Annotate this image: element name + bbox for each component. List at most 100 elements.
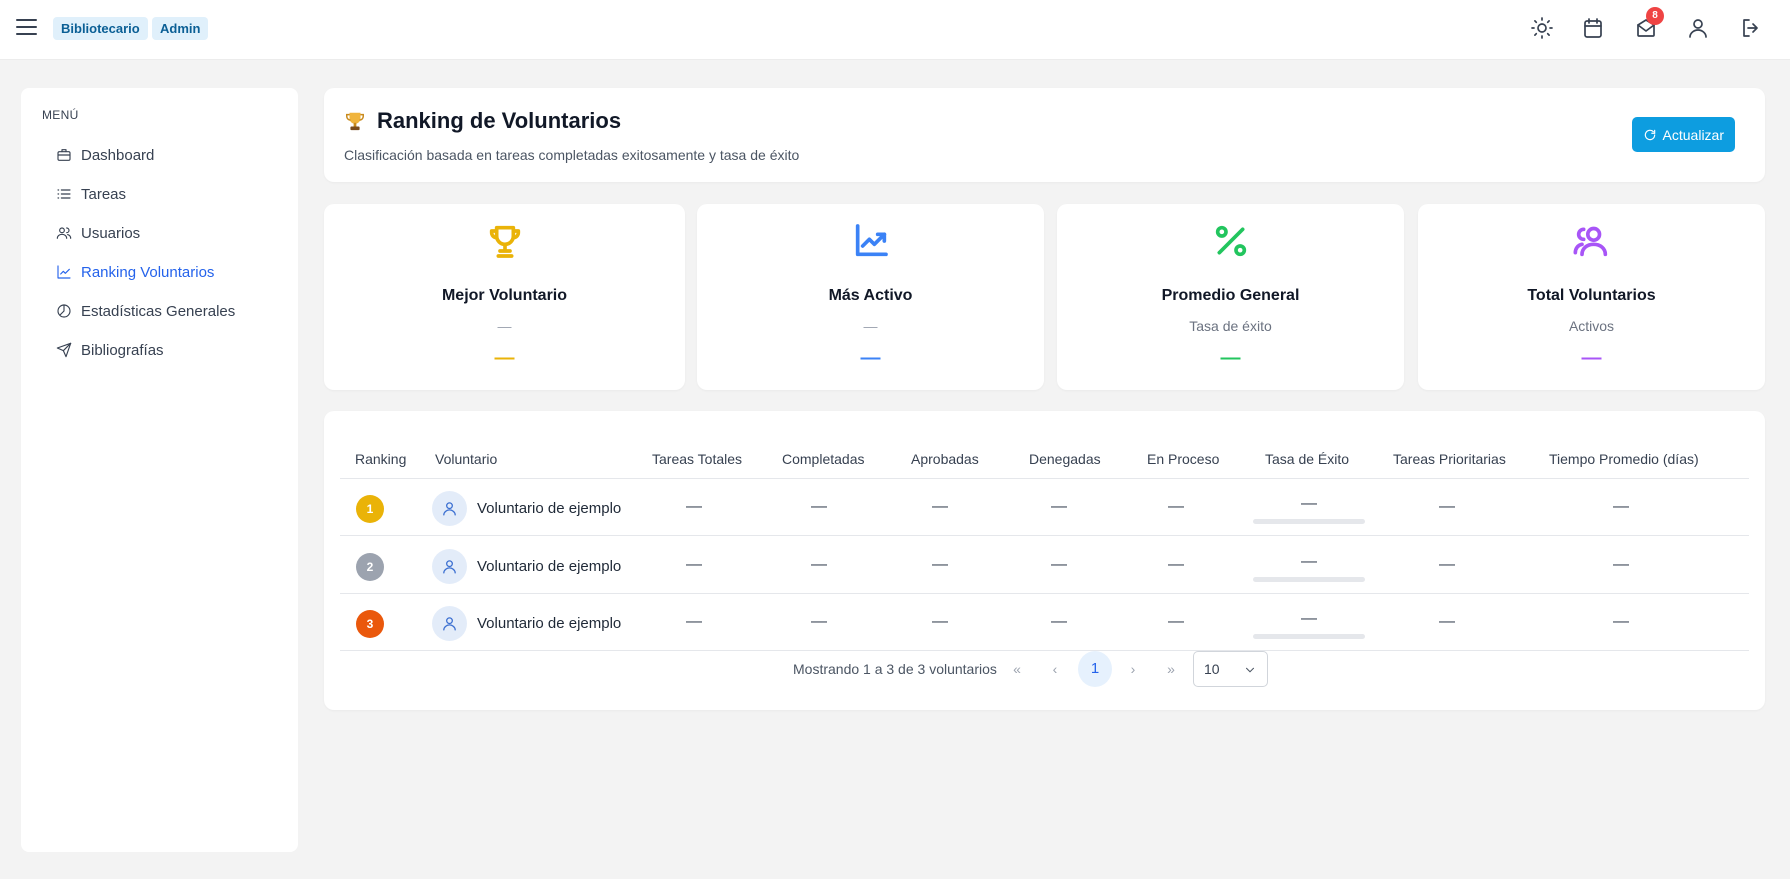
avatar (432, 491, 467, 526)
cell-tareas-prioritarias: — (1439, 613, 1455, 630)
pagination: Mostrando 1 a 3 de 3 voluntarios « ‹ 1 ›… (324, 651, 1765, 687)
user-icon (443, 502, 456, 516)
cell-tareas-prioritarias: — (1439, 556, 1455, 573)
top-bar: Bibliotecario Admin 8 (0, 0, 1790, 60)
ranking-table-card: Ranking Voluntario Tareas Totales Comple… (324, 411, 1765, 710)
table-row[interactable]: 3 Voluntario de ejemplo — — — — — — — — (340, 594, 1749, 651)
pie-chart-icon (57, 304, 71, 318)
column-header-aprobadas[interactable]: Aprobadas (911, 451, 979, 467)
avatar (432, 606, 467, 641)
sidebar-item-usuarios[interactable]: Usuarios (56, 220, 140, 246)
trophy-emoji-icon (346, 112, 364, 131)
sidebar-item-label: Bibliografías (81, 341, 164, 359)
sun-icon[interactable] (1530, 16, 1554, 40)
volunteer-name: Voluntario de ejemplo (477, 615, 622, 632)
column-header-ranking[interactable]: Ranking (355, 451, 406, 467)
users-icon (56, 227, 72, 239)
column-header-tareas-prioritarias[interactable]: Tareas Prioritarias (1393, 451, 1506, 467)
cell-tareas-totales: — (686, 498, 702, 515)
stat-subtitle: — (863, 318, 878, 334)
table-row[interactable]: 1 Voluntario de ejemplo — — — — — — — — (340, 479, 1749, 536)
role-badge-bibliotecario: Bibliotecario (53, 17, 148, 40)
success-rate-value: — (1301, 495, 1317, 512)
calendar-icon[interactable] (1581, 16, 1605, 40)
stat-card-promedio-general: Promedio General Tasa de éxito — (1057, 204, 1404, 390)
sidebar-item-tareas[interactable]: Tareas (56, 181, 126, 207)
stat-value: — (1220, 347, 1241, 369)
refresh-icon (1644, 129, 1655, 140)
cell-tareas-totales: — (686, 556, 702, 573)
cell-aprobadas: — (932, 556, 948, 573)
column-header-denegadas[interactable]: Denegadas (1029, 451, 1101, 467)
cell-tiempo-promedio: — (1613, 556, 1629, 573)
page-header: Ranking de Voluntarios Clasificación bas… (324, 88, 1765, 182)
user-icon (443, 617, 456, 631)
sidebar-item-label: Estadísticas Generales (81, 302, 236, 320)
stat-value: — (1581, 347, 1602, 369)
next-page-icon[interactable]: › (1123, 659, 1143, 679)
role-badge-admin: Admin (152, 17, 209, 40)
logout-icon[interactable] (1739, 16, 1763, 40)
column-header-en-proceso[interactable]: En Proceso (1147, 451, 1219, 467)
cell-tareas-prioritarias: — (1439, 498, 1455, 515)
hamburger-menu-icon[interactable] (16, 19, 37, 37)
cell-completadas: — (811, 498, 827, 515)
sidebar-item-bibliografias[interactable]: Bibliografías (56, 337, 164, 363)
rank-badge: 2 (356, 553, 384, 581)
stat-title: Total Voluntarios (1527, 287, 1656, 304)
stat-card-mejor-voluntario: Mejor Voluntario — — (324, 204, 685, 390)
volunteer-name: Voluntario de ejemplo (477, 500, 622, 517)
cell-denegadas: — (1051, 556, 1067, 573)
stat-title: Promedio General (1161, 287, 1300, 304)
sidebar-item-ranking-voluntarios[interactable]: Ranking Voluntarios (56, 259, 214, 285)
avatar (432, 549, 467, 584)
page-size-value: 10 (1204, 661, 1220, 677)
success-rate-value: — (1301, 553, 1317, 570)
last-page-icon[interactable]: » (1161, 659, 1181, 679)
prev-page-icon[interactable]: ‹ (1045, 659, 1065, 679)
mail-icon[interactable]: 8 (1634, 7, 1664, 40)
stat-value: — (860, 347, 881, 369)
sidebar: MENÚ Dashboard Tareas Usuarios Ranking V… (21, 88, 298, 852)
pagination-info: Mostrando 1 a 3 de 3 voluntarios (793, 661, 997, 677)
column-header-tareas-totales[interactable]: Tareas Totales (652, 451, 742, 467)
list-icon (57, 189, 71, 199)
success-rate-cell: — (1253, 610, 1365, 639)
cell-en-proceso: — (1168, 613, 1184, 630)
page-title-text: Ranking de Voluntarios (377, 108, 622, 133)
page-subtitle: Clasificación basada en tareas completad… (344, 147, 800, 163)
column-header-completadas[interactable]: Completadas (782, 451, 865, 467)
users-icon (1572, 221, 1612, 261)
success-rate-bar (1253, 634, 1365, 639)
sidebar-item-estadisticas-generales[interactable]: Estadísticas Generales (56, 298, 235, 324)
table-row[interactable]: 2 Voluntario de ejemplo — — — — — — — — (340, 537, 1749, 594)
sidebar-item-dashboard[interactable]: Dashboard (56, 142, 154, 168)
cell-completadas: — (811, 613, 827, 630)
refresh-button[interactable]: Actualizar (1631, 117, 1735, 152)
notification-badge: 8 (1646, 7, 1664, 25)
page-button-current[interactable]: 1 (1078, 651, 1112, 687)
stat-card-mas-activo: Más Activo — — (697, 204, 1044, 390)
stat-subtitle: — (497, 318, 512, 334)
success-rate-bar (1253, 577, 1365, 582)
percent-icon (1211, 221, 1251, 261)
sidebar-item-label: Dashboard (81, 146, 155, 164)
send-icon (56, 342, 72, 358)
sidebar-item-label: Ranking Voluntarios (81, 263, 215, 281)
column-header-voluntario[interactable]: Voluntario (435, 451, 497, 467)
briefcase-icon (57, 149, 71, 161)
rank-badge: 3 (356, 610, 384, 638)
user-icon[interactable] (1686, 16, 1710, 40)
rank-badge: 1 (356, 495, 384, 523)
success-rate-value: — (1301, 610, 1317, 627)
first-page-icon[interactable]: « (1007, 659, 1027, 679)
column-header-tasa-exito[interactable]: Tasa de Éxito (1265, 451, 1349, 467)
page-size-select[interactable]: 10 (1193, 651, 1268, 687)
column-header-tiempo-promedio[interactable]: Tiempo Promedio (días) (1549, 451, 1699, 467)
stat-subtitle: Activos (1568, 318, 1615, 334)
chart-line-icon (57, 265, 71, 279)
stat-card-total-voluntarios: Total Voluntarios Activos — (1418, 204, 1765, 390)
cell-completadas: — (811, 556, 827, 573)
success-rate-bar (1253, 519, 1365, 524)
user-icon (443, 560, 456, 574)
